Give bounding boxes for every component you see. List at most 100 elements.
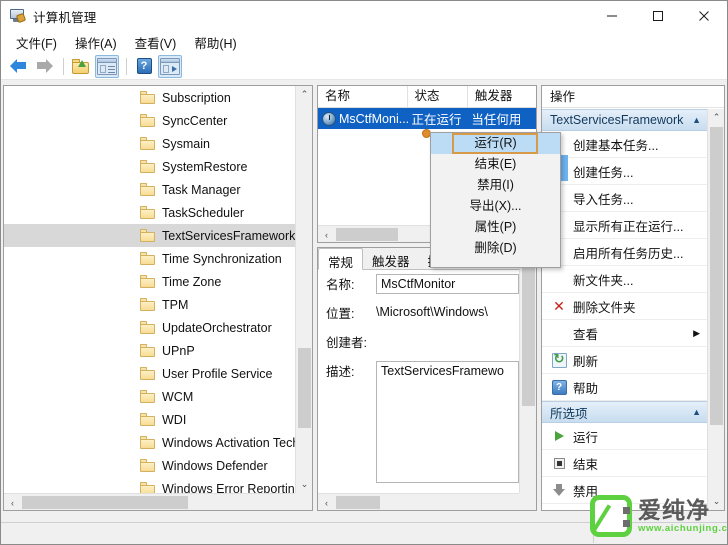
tree-item-label: Task Manager [162,182,241,197]
tree-item-systemrestore[interactable]: SystemRestore [4,155,295,178]
menu-bar: 文件(F) 操作(A) 查看(V) 帮助(H) [1,31,727,53]
tree-item-updateorchestrator[interactable]: UpdateOrchestrator [4,316,295,339]
properties-button[interactable] [158,54,182,78]
tree-item-user-profile-service[interactable]: User Profile Service [4,362,295,385]
description-textarea[interactable]: TextServicesFramewo [376,361,519,483]
tree-item-windows-activation[interactable]: Windows Activation Techn [4,431,295,454]
column-header-name[interactable]: 名称 [318,86,408,107]
tree-item-taskscheduler[interactable]: TaskScheduler [4,201,295,224]
action-import-task[interactable]: 导入任务... [542,185,708,212]
folder-icon [140,413,156,426]
actions-pane-title: 操作 [542,86,724,108]
scroll-left-icon[interactable]: ‹ [4,494,21,510]
action-label: 启用所有任务历史... [573,246,684,261]
name-input[interactable]: MsCtfMonitor [376,274,519,294]
tree-item-upnp[interactable]: UPnP [4,339,295,362]
refresh-icon [550,351,568,368]
action-new-folder[interactable]: 新文件夹... [542,266,708,293]
tree-item-windows-error-reporting[interactable]: Windows Error Reporting [4,477,295,493]
column-header-status[interactable]: 状态 [408,86,468,107]
scrollbar-thumb[interactable] [22,496,188,509]
menu-view[interactable]: 查看(V) [126,31,186,54]
action-label: 结束 [573,457,599,472]
detail-horizontal-scrollbar[interactable]: ‹ › [318,493,536,510]
folder-icon [140,137,156,150]
action-help[interactable]: ? 帮助 [542,374,708,401]
tree-vertical-scrollbar[interactable]: ⌃ ⌄ [295,86,312,493]
back-button[interactable] [6,55,30,78]
scroll-left-icon[interactable]: ‹ [318,494,335,510]
scrollbar-thumb[interactable] [336,228,398,241]
forward-button[interactable] [32,55,56,78]
action-view[interactable]: 查看 ▶ [542,320,708,347]
action-label: 新文件夹... [573,273,634,288]
tree-item-label: TaskScheduler [162,205,244,220]
menu-file[interactable]: 文件(F) [7,31,66,54]
context-menu-item-run[interactable]: 运行(R) [431,133,560,154]
action-end[interactable]: 结束 [542,450,708,477]
tree-item-sysmain[interactable]: Sysmain [4,132,295,155]
action-display-all-running-tasks[interactable]: 显示所有正在运行... [542,212,708,239]
tree-item-task-manager[interactable]: Task Manager [4,178,295,201]
tree-item-tpm[interactable]: TPM [4,293,295,316]
tree-item-synccenter[interactable]: SyncCenter [4,109,295,132]
tree-item-time-synchronization[interactable]: Time Synchronization [4,247,295,270]
author-value [376,332,519,352]
tree-list: Subscription SyncCenter Sysmain SystemRe… [4,86,295,493]
scrollbar-thumb[interactable] [710,127,723,425]
help-button[interactable]: ? [132,55,156,78]
actions-vertical-scrollbar[interactable]: ⌃ ⌄ [707,109,724,510]
actions-group-header-selected-item[interactable]: 所选项 ▲ [542,401,708,423]
tree-item-time-zone[interactable]: Time Zone [4,270,295,293]
show-hide-tree-button[interactable] [95,54,119,78]
tree-item-wcm[interactable]: WCM [4,385,295,408]
context-menu-item-end[interactable]: 结束(E) [431,154,560,175]
column-header-trigger[interactable]: 触发器 [468,86,536,107]
scrollbar-thumb[interactable] [522,266,535,406]
context-menu-item-disable[interactable]: 禁用(I) [431,175,560,196]
chevron-up-icon[interactable]: ▲ [692,407,701,417]
action-run[interactable]: 运行 [542,423,708,450]
context-menu-item-export[interactable]: 导出(X)... [431,196,560,217]
scroll-left-icon[interactable]: ‹ [318,226,335,242]
tree-item-windows-defender[interactable]: Windows Defender [4,454,295,477]
tab-general[interactable]: 常规 [318,248,364,270]
scroll-up-icon[interactable]: ⌃ [296,86,312,103]
scroll-down-icon[interactable]: ⌄ [296,476,312,493]
tree-item-subscription[interactable]: Subscription [4,86,295,109]
minimize-button[interactable] [589,1,635,31]
actions-group-header-textservicesframework[interactable]: TextServicesFramework ▲ [542,109,708,131]
cell-status: 正在运行 [411,113,462,127]
folder-icon [140,367,156,380]
tree-item-textservicesframework[interactable]: TextServicesFramework [4,224,295,247]
table-row[interactable]: MsCtfMoni... 正在运行 当任何用 [318,108,536,129]
action-refresh[interactable]: 刷新 [542,347,708,374]
maximize-button[interactable] [635,1,681,31]
menu-action[interactable]: 操作(A) [66,31,126,54]
scrollbar-thumb[interactable] [298,348,311,428]
action-delete-folder[interactable]: ✕ 删除文件夹 [542,293,708,320]
up-one-level-button[interactable] [69,55,93,78]
field-author-label: 创建者: [326,336,367,350]
action-label: 导入任务... [573,192,634,207]
action-label: 显示所有正在运行... [573,219,684,234]
context-menu-item-delete[interactable]: 删除(D) [431,238,560,259]
action-enable-all-tasks-history[interactable]: 启用所有任务历史... [542,239,708,266]
detail-vertical-scrollbar[interactable]: ⌃ [519,248,536,493]
close-button[interactable] [681,1,727,31]
action-create-basic-task[interactable]: 创建基本任务... [542,131,708,158]
action-label: 创建基本任务... [573,138,659,153]
folder-icon [140,482,156,493]
tree-item-label: SyncCenter [162,113,228,128]
tree-item-label: Windows Error Reporting [162,481,295,494]
tab-triggers[interactable]: 触发器 [363,248,419,269]
context-menu-item-properties[interactable]: 属性(P) [431,217,560,238]
watermark: 爱纯净 www.aichunjing.com [590,489,727,542]
menu-help[interactable]: 帮助(H) [185,31,245,54]
scroll-up-icon[interactable]: ⌃ [708,109,724,126]
chevron-up-icon[interactable]: ▲ [692,115,701,125]
tree-item-wdi[interactable]: WDI [4,408,295,431]
tree-item-label: Windows Activation Techn [162,435,295,450]
scrollbar-thumb[interactable] [336,496,380,509]
tree-horizontal-scrollbar[interactable]: ‹ › [4,493,312,510]
